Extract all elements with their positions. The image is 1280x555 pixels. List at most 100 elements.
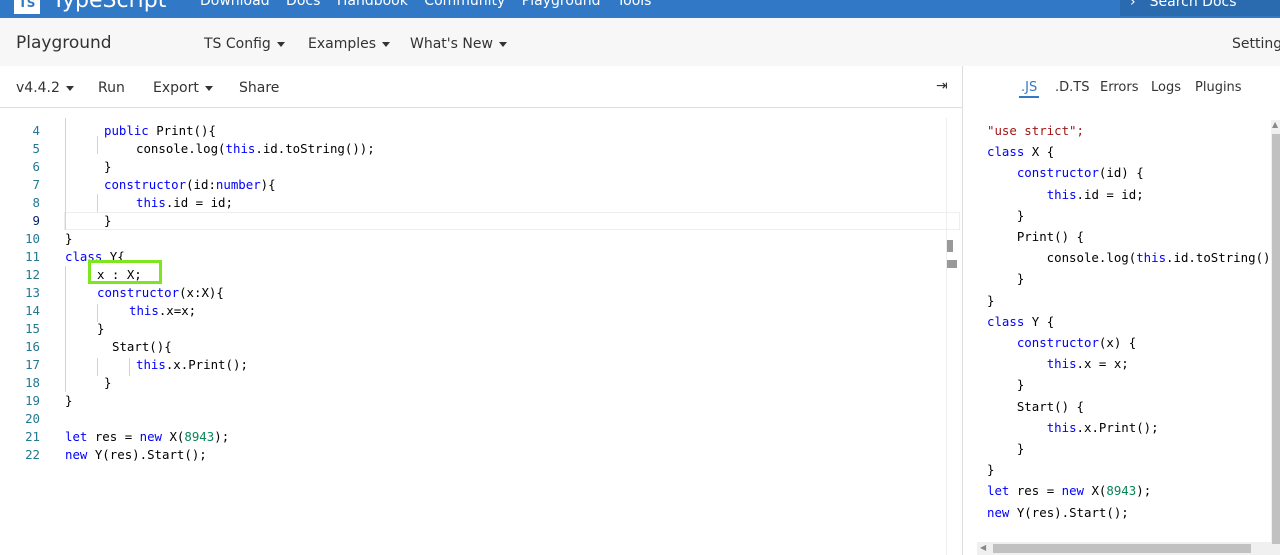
code-line: 9 }	[0, 212, 946, 230]
line-number: 14	[25, 303, 40, 318]
line-number: 15	[25, 321, 40, 336]
output-vertical-scrollbar[interactable]: ▲	[1271, 120, 1280, 555]
code-line: 7 constructor(id:number){	[0, 176, 946, 194]
playground-header: Playground TS Config Examples What's New…	[0, 18, 1280, 66]
page-title: Playground	[16, 33, 112, 53]
nav-link-tools[interactable]: Tools	[617, 0, 652, 9]
code-editor[interactable]: 4 public Print(){ 5 console.log(this.id.…	[0, 118, 960, 555]
use-strict-directive: "use strict";	[987, 123, 1084, 138]
tab-plugins[interactable]: Plugins	[1195, 80, 1242, 95]
scroll-up-icon[interactable]: ▲	[1272, 120, 1278, 129]
code-line: 15 }	[0, 320, 946, 338]
caret-down-icon	[498, 41, 507, 47]
nav-link-playground[interactable]: Playground	[522, 0, 601, 9]
line-number: 8	[32, 195, 40, 210]
code-line: 10 }	[0, 230, 946, 248]
export-label: Export	[153, 80, 199, 96]
line-code: }	[104, 159, 112, 174]
output-tabs: .JS .D.TS Errors Logs Plugins	[963, 66, 1280, 108]
code-line: 19 }	[0, 392, 946, 410]
line-code: }	[97, 321, 105, 336]
editor-pane: v4.4.2 Run Export Share ⇥ 4 public Print…	[0, 66, 962, 555]
compiled-js-output[interactable]: "use strict"; class X { constructor(id) …	[987, 120, 1269, 523]
code-line: 6 }	[0, 158, 946, 176]
code-line: 13 constructor(x:X){	[0, 284, 946, 302]
line-number: 13	[25, 285, 40, 300]
line-code: }	[65, 393, 73, 408]
code-line: 8 this.id = id;	[0, 194, 946, 212]
overview-ruler-cursor	[947, 260, 957, 268]
run-button[interactable]: Run	[98, 80, 125, 96]
line-number: 7	[32, 177, 40, 192]
line-number: 5	[32, 141, 40, 156]
code-line: 17 this.x.Print();	[0, 356, 946, 374]
line-code: let res = new X(8943);	[65, 429, 230, 444]
collapse-sidebar-icon[interactable]: ⇥	[936, 78, 948, 94]
line-number: 12	[25, 267, 40, 282]
chevron-right-icon: ›	[1130, 0, 1136, 10]
line-code: this.x.Print();	[136, 357, 248, 372]
line-code: this.id = id;	[136, 195, 233, 210]
search-docs-label: Search Docs	[1149, 0, 1237, 10]
line-code: }	[104, 213, 112, 228]
line-code: public Print(){	[104, 123, 216, 138]
annotation-highlight-box	[88, 260, 162, 284]
tab-logs[interactable]: Logs	[1151, 80, 1181, 95]
editor-scrollbar[interactable]	[946, 118, 962, 555]
line-number: 22	[25, 447, 40, 462]
nav-link-community[interactable]: Community	[424, 0, 505, 9]
settings-link[interactable]: Settings	[1232, 36, 1280, 52]
line-code: console.log(this.id.toString());	[136, 141, 375, 156]
tab-dts[interactable]: .D.TS	[1055, 80, 1089, 95]
code-line: 21 let res = new X(8943);	[0, 428, 946, 446]
ts-logo[interactable]: TS	[14, 0, 40, 14]
output-horizontal-scrollbar[interactable]: ◀	[977, 542, 1271, 555]
code-line: 4 public Print(){	[0, 122, 946, 140]
line-number: 10	[25, 231, 40, 246]
version-label: v4.4.2	[16, 80, 60, 96]
line-code: constructor(id:number){	[104, 177, 276, 192]
code-line: 18 }	[0, 374, 946, 392]
line-code: this.x=x;	[129, 303, 197, 318]
search-docs-button[interactable]: › Search Docs	[1120, 0, 1280, 16]
brand-name[interactable]: TypeScript	[52, 0, 166, 12]
tab-errors[interactable]: Errors	[1100, 80, 1138, 95]
line-code: Start(){	[112, 339, 172, 354]
line-number: 4	[32, 123, 40, 138]
output-pane: .JS .D.TS Errors Logs Plugins "use stric…	[962, 66, 1280, 555]
caret-down-icon	[276, 41, 285, 47]
line-number: 18	[25, 375, 40, 390]
scroll-left-icon[interactable]: ◀	[980, 543, 986, 552]
line-number: 16	[25, 339, 40, 354]
line-number: 9	[32, 213, 40, 228]
whats-new-menu[interactable]: What's New	[410, 36, 507, 52]
line-code: }	[104, 375, 112, 390]
line-code: constructor(x:X){	[97, 285, 224, 300]
version-select[interactable]: v4.4.2	[16, 80, 74, 96]
code-line: 22 new Y(res).Start();	[0, 446, 946, 464]
code-line: 5 console.log(this.id.toString());	[0, 140, 946, 158]
nav-link-handbook[interactable]: Handbook	[337, 0, 408, 9]
scrollbar-thumb[interactable]	[1272, 134, 1280, 544]
editor-toolbar: v4.4.2 Run Export Share ⇥	[0, 66, 962, 108]
ts-config-menu[interactable]: TS Config	[204, 36, 285, 52]
export-menu[interactable]: Export	[153, 80, 213, 96]
examples-menu[interactable]: Examples	[308, 36, 391, 52]
scrollbar-thumb[interactable]	[993, 544, 1251, 553]
line-number: 20	[25, 411, 40, 426]
code-line: 20	[0, 410, 946, 428]
code-line: 14 this.x=x;	[0, 302, 946, 320]
caret-down-icon	[65, 85, 74, 91]
nav-link-download[interactable]: Download	[200, 0, 270, 9]
code-line: 16 Start(){	[0, 338, 946, 356]
overview-ruler-mark	[947, 240, 953, 252]
line-number: 11	[25, 249, 40, 264]
caret-down-icon	[204, 85, 213, 91]
line-number: 6	[32, 159, 40, 174]
ts-config-label: TS Config	[204, 36, 271, 52]
share-button[interactable]: Share	[239, 80, 279, 96]
tab-js[interactable]: .JS	[1018, 80, 1040, 98]
nav-links: Download Docs Handbook Community Playgro…	[200, 0, 663, 9]
nav-link-docs[interactable]: Docs	[286, 0, 320, 9]
line-code: }	[65, 231, 73, 246]
